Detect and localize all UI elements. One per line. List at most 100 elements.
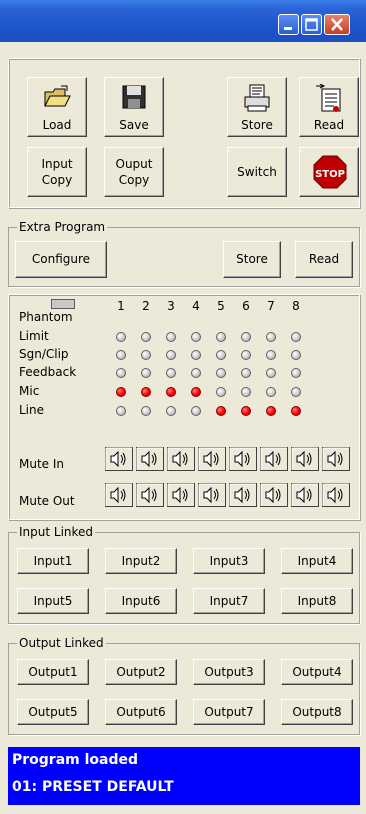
led-feedback-8[interactable] <box>291 368 301 378</box>
led-mic-5[interactable] <box>216 387 226 397</box>
led-sgn-clip-1[interactable] <box>116 350 126 360</box>
input-linked-button-5[interactable]: Input5 <box>17 588 89 614</box>
led-limit-2[interactable] <box>141 332 151 342</box>
led-mic-2[interactable] <box>141 387 151 397</box>
led-feedback-5[interactable] <box>216 368 226 378</box>
input-linked-button-3[interactable]: Input3 <box>193 548 265 574</box>
led-mic-3[interactable] <box>166 387 176 397</box>
mute-in-label: Mute In <box>19 457 65 471</box>
input-linked-button-6[interactable]: Input6 <box>105 588 177 614</box>
mute-out-button-3[interactable] <box>167 483 195 507</box>
led-sgn-clip-2[interactable] <box>141 350 151 360</box>
speaker-icon <box>291 483 319 507</box>
output-linked-button-4[interactable]: Output4 <box>281 659 353 685</box>
output-copy-button[interactable]: Ouput Copy <box>104 147 164 197</box>
load-button[interactable]: Load <box>27 77 87 137</box>
led-feedback-3[interactable] <box>166 368 176 378</box>
input-linked-button-4[interactable]: Input4 <box>281 548 353 574</box>
led-limit-4[interactable] <box>191 332 201 342</box>
stop-button[interactable]: STOP <box>299 147 359 197</box>
led-feedback-4[interactable] <box>191 368 201 378</box>
led-mic-7[interactable] <box>266 387 276 397</box>
led-feedback-6[interactable] <box>241 368 251 378</box>
column-number-1: 1 <box>117 299 125 313</box>
led-feedback-7[interactable] <box>266 368 276 378</box>
led-feedback-1[interactable] <box>116 368 126 378</box>
switch-button[interactable]: Switch <box>227 147 287 197</box>
column-number-8: 8 <box>292 299 300 313</box>
led-limit-6[interactable] <box>241 332 251 342</box>
mute-in-button-8[interactable] <box>322 447 350 471</box>
output-linked-button-label: Output2 <box>116 665 166 679</box>
input-linked-button-7[interactable]: Input7 <box>193 588 265 614</box>
mute-out-button-7[interactable] <box>291 483 319 507</box>
mute-in-button-4[interactable] <box>198 447 226 471</box>
output-linked-button-6[interactable]: Output6 <box>105 699 177 725</box>
mute-in-button-7[interactable] <box>291 447 319 471</box>
led-feedback-2[interactable] <box>141 368 151 378</box>
led-mic-1[interactable] <box>116 387 126 397</box>
read-button[interactable]: Read <box>299 77 359 137</box>
led-line-2[interactable] <box>141 406 151 416</box>
led-sgn-clip-5[interactable] <box>216 350 226 360</box>
led-sgn-clip-8[interactable] <box>291 350 301 360</box>
led-sgn-clip-6[interactable] <box>241 350 251 360</box>
mute-out-button-8[interactable] <box>322 483 350 507</box>
led-line-3[interactable] <box>166 406 176 416</box>
output-linked-button-5[interactable]: Output5 <box>17 699 89 725</box>
led-sgn-clip-3[interactable] <box>166 350 176 360</box>
mute-in-button-1[interactable] <box>105 447 133 471</box>
output-linked-button-7[interactable]: Output7 <box>193 699 265 725</box>
configure-button[interactable]: Configure <box>15 241 107 278</box>
led-mic-6[interactable] <box>241 387 251 397</box>
mute-out-button-4[interactable] <box>198 483 226 507</box>
led-sgn-clip-4[interactable] <box>191 350 201 360</box>
led-line-6[interactable] <box>241 406 251 416</box>
led-limit-5[interactable] <box>216 332 226 342</box>
read-label: Read <box>313 118 345 132</box>
input-copy-button[interactable]: Input Copy <box>27 147 87 197</box>
output-linked-button-8[interactable]: Output8 <box>281 699 353 725</box>
mute-in-button-5[interactable] <box>229 447 257 471</box>
main-controls-panel: Load Save Store Read Input Copy Ouput Co… <box>8 58 360 208</box>
mute-in-button-2[interactable] <box>136 447 164 471</box>
led-limit-7[interactable] <box>266 332 276 342</box>
mute-out-button-1[interactable] <box>105 483 133 507</box>
mute-in-button-3[interactable] <box>167 447 195 471</box>
mute-in-button-6[interactable] <box>260 447 288 471</box>
led-limit-3[interactable] <box>166 332 176 342</box>
save-button[interactable]: Save <box>104 77 164 137</box>
mute-out-button-6[interactable] <box>260 483 288 507</box>
input-copy-label-line1: Input <box>41 157 73 171</box>
stop-sign-text: STOP <box>315 169 345 180</box>
store-label: Store <box>241 118 273 132</box>
led-line-7[interactable] <box>266 406 276 416</box>
led-limit-8[interactable] <box>291 332 301 342</box>
maximize-button[interactable] <box>301 14 322 35</box>
mute-out-button-5[interactable] <box>229 483 257 507</box>
output-linked-button-2[interactable]: Output2 <box>105 659 177 685</box>
speaker-icon <box>260 447 288 471</box>
input-linked-button-8[interactable]: Input8 <box>281 588 353 614</box>
store-button[interactable]: Store <box>227 77 287 137</box>
extra-read-button[interactable]: Read <box>295 241 353 278</box>
mute-out-button-2[interactable] <box>136 483 164 507</box>
led-mic-4[interactable] <box>191 387 201 397</box>
led-line-4[interactable] <box>191 406 201 416</box>
led-line-8[interactable] <box>291 406 301 416</box>
input-linked-button-2[interactable]: Input2 <box>105 548 177 574</box>
phantom-indicator[interactable] <box>51 299 75 309</box>
led-line-5[interactable] <box>216 406 226 416</box>
led-line-1[interactable] <box>116 406 126 416</box>
input-linked-button-1[interactable]: Input1 <box>17 548 89 574</box>
minimize-button[interactable] <box>278 14 299 35</box>
led-sgn-clip-7[interactable] <box>266 350 276 360</box>
led-mic-8[interactable] <box>291 387 301 397</box>
output-linked-button-1[interactable]: Output1 <box>17 659 89 685</box>
row-label-phantom: Phantom <box>19 310 73 324</box>
output-linked-button-3[interactable]: Output3 <box>193 659 265 685</box>
row-label-limit: Limit <box>19 329 49 343</box>
close-button[interactable] <box>324 14 350 35</box>
extra-store-button[interactable]: Store <box>223 241 281 278</box>
led-limit-1[interactable] <box>116 332 126 342</box>
